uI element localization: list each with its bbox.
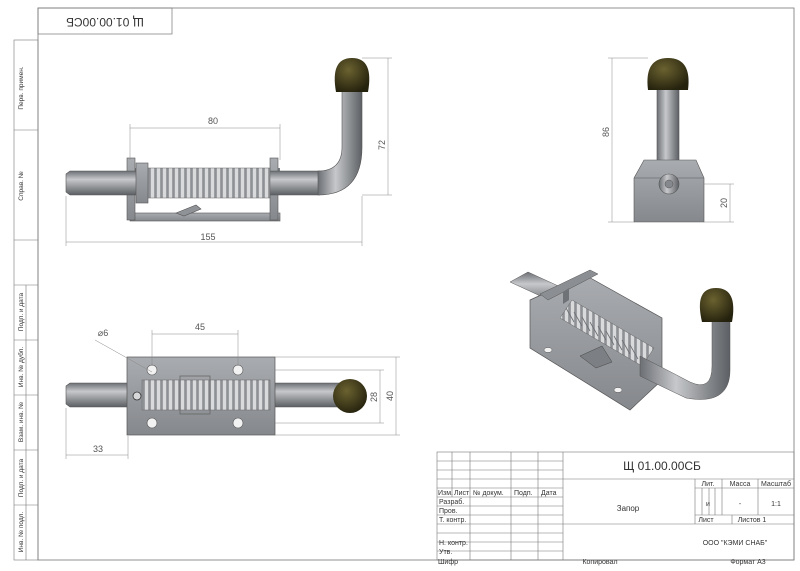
copied-label: Копировал [582,559,617,566]
side-label-3: Подп. и дата [18,292,25,331]
dim-holes-45: 45 [195,322,205,332]
top-view: ⌀6 45 33 28 40 [65,322,400,459]
sheets-label: Листов 1 [738,517,767,524]
side-label-1: Перв. примен. [18,66,25,109]
company-name: ООО "КЭМИ СНАБ" [703,540,768,547]
side-label-5: Взам. инв. № [18,402,25,442]
drawing-sheet: Щ 01.00.00СБ Перв. примен. Справ. № Подп… [0,0,800,566]
hdr-doc: № докум. [473,490,504,497]
side-label-6: Подп. и дата [18,458,25,497]
designation: Щ 01.00.00СБ [623,459,701,473]
hdr-date: Дата [541,490,557,497]
side-label-4: Инв. № дубл. [17,347,25,387]
dim-base-20: 20 [719,198,729,208]
title-block-text: Щ 01.00.00СБ Запор Лит. Масса Масштаб и … [438,459,791,566]
row-razrab: Разраб. [439,498,464,506]
row-nkontr: Н. контр. [439,540,468,547]
part-name: Запор [617,504,640,513]
col-mass: Масса [730,481,751,488]
hdr-sign: Подп. [514,490,533,497]
sheet-label: Лист [698,517,714,524]
side-label-2: Справ. № [18,171,25,201]
dim-hole-6: ⌀6 [98,328,108,338]
row-prov: Пров. [439,508,458,515]
row-utv: Утв. [439,549,452,556]
dim-spring-80: 80 [208,116,218,126]
dim-height-72: 72 [377,140,387,150]
mass-value: - [739,501,742,508]
dim-left-33: 33 [93,444,103,454]
side-view: 86 20 [601,57,734,223]
side-label-7: Инв. № подл. [18,512,25,553]
hdr-list: Лист [454,490,470,497]
dim-height-86: 86 [601,127,611,137]
dim-total-155: 155 [200,232,215,242]
scale-value: 1:1 [771,501,781,508]
cipher-label: Шифр [438,559,458,566]
dim-outer-40: 40 [385,391,395,401]
col-lit: Лит. [702,481,715,488]
col-scale: Масштаб [761,480,791,488]
front-view: 80 155 72 [65,57,392,246]
isometric-view [509,269,734,411]
row-tkontr: Т. контр. [439,517,466,524]
dim-inner-28: 28 [369,392,379,402]
side-strip: Перв. примен. Справ. № Подп. и дата Инв.… [13,39,39,561]
format-label: Формат A3 [730,559,765,566]
drawing-canvas: Щ 01.00.00СБ Перв. примен. Справ. № Подп… [13,7,795,566]
stamp-code-rotated: Щ 01.00.00СБ [66,15,144,29]
lit-value: и [706,501,710,508]
outer-frame [37,7,795,561]
hdr-izm: Изм. [438,490,453,497]
